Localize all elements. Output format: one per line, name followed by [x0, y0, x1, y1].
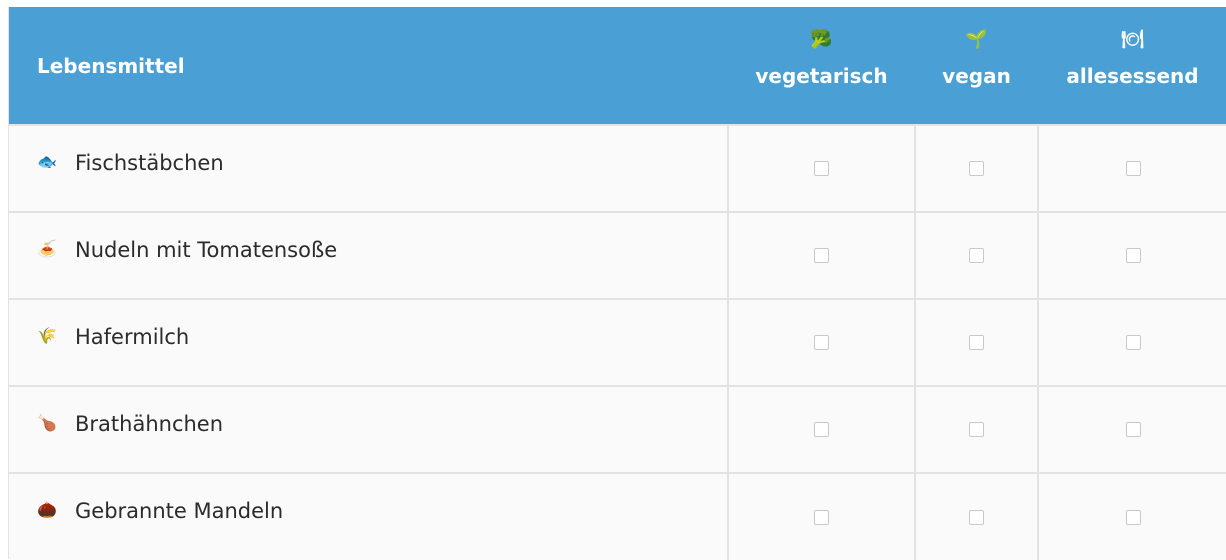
checkbox-vegetarian[interactable]: [814, 509, 829, 525]
table-header-row: Lebensmittel 🥦 vegetarisch 🌱 vegan 🍽 all…: [9, 7, 1226, 125]
checkbox-omnivore[interactable]: [1125, 509, 1141, 525]
checkbox-vegan[interactable]: [969, 422, 984, 437]
food-cell: 🐟 Fischstäbchen: [9, 124, 729, 212]
table-row: 🐟 Fischstäbchen: [9, 124, 1226, 212]
checkbox-vegetarian[interactable]: [814, 248, 829, 263]
food-name: Fischstäbchen: [75, 151, 224, 175]
column-header-vegan: 🌱 vegan: [915, 7, 1038, 125]
diet-quiz-table: Lebensmittel 🥦 vegetarisch 🌱 vegan 🍽 all…: [9, 7, 1226, 560]
checkbox-omnivore[interactable]: [1125, 422, 1141, 437]
food-cell: 🌾 Hafermilch: [9, 298, 729, 386]
cell-omnivore: [1038, 385, 1226, 473]
column-header-vegetarian: 🥦 vegetarisch: [728, 7, 915, 125]
plate-icon: 🍽: [1121, 29, 1144, 50]
cell-omnivore: [1038, 211, 1226, 299]
food-cell: 🍝 Nudeln mit Tomatensoße: [9, 211, 729, 299]
column-header-omnivore: 🍽 allesessend: [1038, 7, 1226, 125]
checkbox-omnivore[interactable]: [1125, 248, 1141, 263]
cell-vegetarian: [728, 211, 916, 299]
spaghetti-icon: 🍝: [37, 239, 57, 258]
cell-vegetarian: [728, 385, 916, 473]
cell-vegan: [915, 472, 1039, 560]
checkbox-vegan[interactable]: [969, 248, 984, 263]
cell-vegan: [915, 124, 1039, 212]
broccoli-icon: 🥦: [810, 29, 833, 50]
cell-vegan: [915, 385, 1039, 473]
table-row: 🍝 Nudeln mit Tomatensoße: [9, 211, 1226, 299]
cell-vegan: [915, 211, 1039, 299]
checkbox-vegan[interactable]: [969, 161, 984, 176]
cell-omnivore: [1038, 472, 1226, 560]
food-name: Nudeln mit Tomatensoße: [75, 238, 338, 262]
food-cell: 🍗 Brathähnchen: [9, 385, 729, 473]
column-header-label: vegan: [942, 64, 1011, 88]
cell-omnivore: [1038, 124, 1226, 212]
diet-quiz-table-wrapper: Lebensmittel 🥦 vegetarisch 🌱 vegan 🍽 all…: [8, 7, 1226, 560]
food-cell: 🌰 Gebrannte Mandeln: [9, 472, 729, 560]
fish-icon: 🐟: [37, 152, 57, 171]
checkbox-vegan[interactable]: [969, 509, 984, 525]
cell-vegan: [915, 298, 1039, 386]
cell-vegetarian: [728, 472, 916, 560]
chestnut-icon: 🌰: [37, 500, 57, 519]
column-header-food: Lebensmittel: [9, 7, 728, 125]
checkbox-vegan[interactable]: [969, 335, 984, 350]
poultry-leg-icon: 🍗: [37, 413, 57, 432]
food-name: Brathähnchen: [75, 412, 224, 436]
checkbox-vegetarian[interactable]: [814, 335, 829, 350]
seedling-icon: 🌱: [965, 29, 988, 50]
table-row: 🍗 Brathähnchen: [9, 385, 1226, 473]
checkbox-vegetarian[interactable]: [814, 422, 829, 437]
oat-icon: 🌾: [37, 326, 57, 345]
cell-omnivore: [1038, 298, 1226, 386]
checkbox-vegetarian[interactable]: [814, 161, 829, 176]
table-row: 🌰 Gebrannte Mandeln: [9, 472, 1226, 560]
column-header-label: allesessend: [1066, 64, 1199, 88]
checkbox-omnivore[interactable]: [1125, 161, 1141, 176]
column-header-label: vegetarisch: [755, 64, 888, 88]
cell-vegetarian: [728, 124, 916, 212]
table-row: 🌾 Hafermilch: [9, 298, 1226, 386]
checkbox-omnivore[interactable]: [1125, 335, 1141, 350]
food-name: Hafermilch: [75, 325, 190, 349]
food-name: Gebrannte Mandeln: [75, 499, 284, 523]
cell-vegetarian: [728, 298, 916, 386]
